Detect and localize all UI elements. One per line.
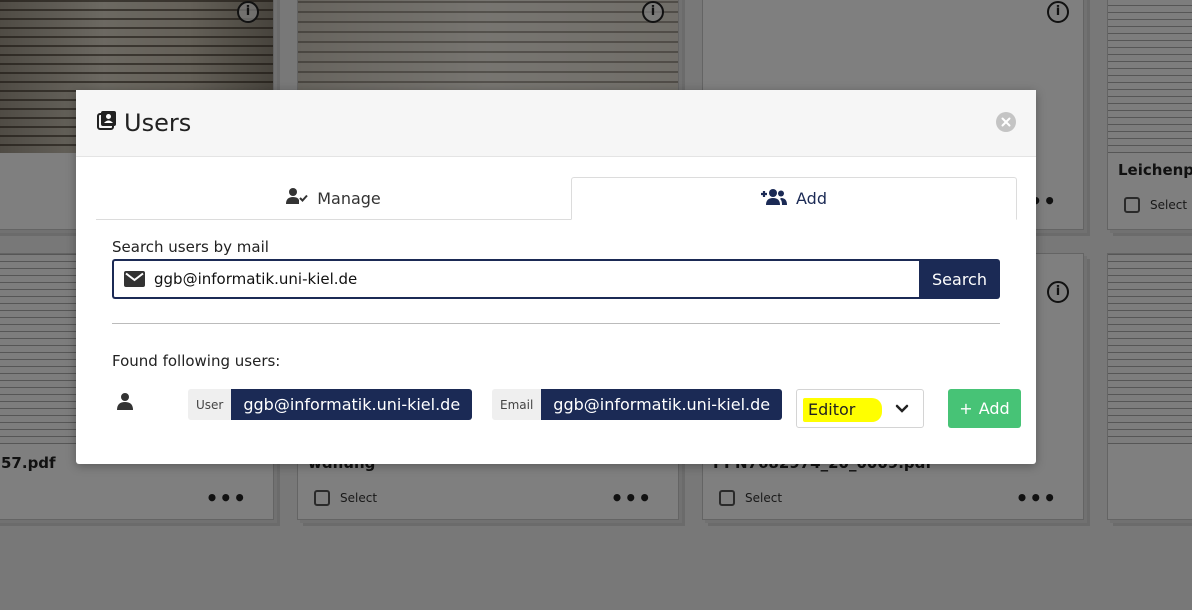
modal-title: Users bbox=[96, 109, 191, 137]
tab-add-label: Add bbox=[796, 189, 827, 208]
add-user-label: Add bbox=[978, 399, 1010, 418]
tab-bar: Manage Add bbox=[96, 177, 1017, 220]
user-key: User bbox=[188, 389, 232, 420]
search-label: Search users by mail bbox=[112, 238, 269, 256]
tab-manage[interactable]: Manage bbox=[96, 177, 571, 219]
results-heading: Found following users: bbox=[112, 352, 281, 370]
modal-header: Users bbox=[76, 90, 1036, 157]
role-select[interactable]: Editor bbox=[796, 389, 924, 428]
search-input-group: Search bbox=[112, 259, 1000, 299]
mail-icon bbox=[114, 271, 154, 287]
plus-icon: + bbox=[959, 399, 973, 418]
email-value: ggb@informatik.uni-kiel.de bbox=[541, 389, 783, 420]
search-field[interactable] bbox=[112, 259, 919, 299]
user-result-row: User ggb@informatik.uni-kiel.de Email gg… bbox=[112, 388, 1022, 432]
close-icon[interactable] bbox=[996, 112, 1016, 132]
email-pill: Email ggb@informatik.uni-kiel.de bbox=[492, 389, 783, 420]
close-button[interactable] bbox=[996, 112, 1016, 132]
divider bbox=[112, 323, 1000, 324]
tab-add[interactable]: Add bbox=[571, 177, 1017, 220]
tab-manage-label: Manage bbox=[317, 188, 381, 208]
email-key: Email bbox=[492, 389, 542, 420]
user-pill: User ggb@informatik.uni-kiel.de bbox=[188, 389, 473, 420]
user-check-icon bbox=[286, 187, 308, 209]
search-input[interactable] bbox=[154, 270, 919, 288]
modal-title-text: Users bbox=[124, 109, 192, 137]
person-icon bbox=[116, 392, 134, 414]
add-user-button[interactable]: + Add bbox=[948, 389, 1021, 428]
role-selected-value: Editor bbox=[808, 400, 856, 419]
users-modal: Users Manage Add Search users by mail gg… bbox=[76, 90, 1036, 464]
user-plus-icon bbox=[761, 188, 787, 210]
users-book-icon bbox=[96, 109, 118, 137]
search-button[interactable]: Search bbox=[919, 259, 1000, 299]
chevron-down-icon bbox=[895, 401, 909, 421]
user-value: ggb@informatik.uni-kiel.de bbox=[231, 389, 473, 420]
